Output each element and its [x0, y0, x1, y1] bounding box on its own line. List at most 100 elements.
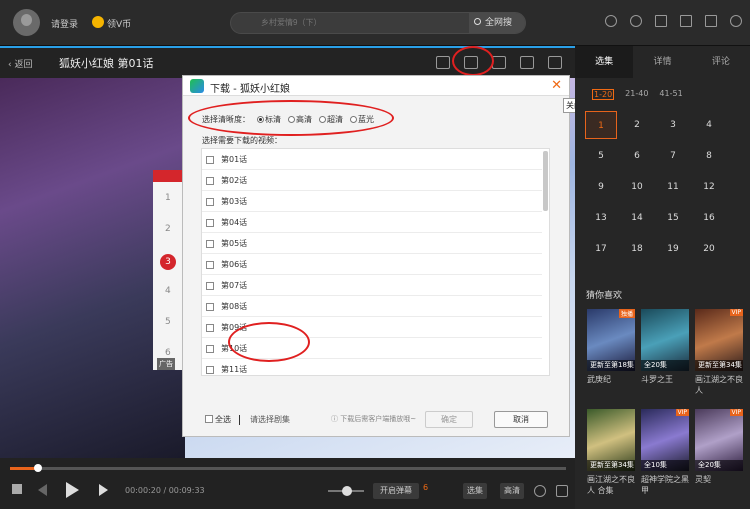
episode-checkbox[interactable]: 第06话 [202, 254, 542, 275]
login-link[interactable]: 请登录 [51, 17, 78, 30]
recommend-name[interactable]: 武庚纪 [587, 374, 639, 385]
recommend-badge: 全10集 [641, 460, 689, 471]
episode-cell-current[interactable]: 1 [585, 111, 617, 139]
range-tab[interactable]: 41-51 [659, 89, 682, 100]
quality-button[interactable]: 高清 [500, 483, 524, 499]
quality-annotation [188, 100, 394, 136]
tab-comments[interactable]: 评论 [692, 46, 750, 78]
close-window-icon[interactable] [730, 15, 742, 27]
volume-knob[interactable] [342, 486, 352, 496]
rank-item-active[interactable]: 3 [160, 254, 176, 270]
recommend-badge: 全20集 [641, 360, 689, 371]
share-icon[interactable] [520, 56, 534, 69]
episode-checkbox[interactable]: 第04话 [202, 212, 542, 233]
rank-item[interactable]: 6 [165, 348, 171, 358]
mini-player-icon[interactable] [548, 56, 562, 69]
episode-cell[interactable]: 20 [693, 235, 725, 263]
recommend-poster[interactable]: 全20集 [641, 309, 689, 371]
episode-cell[interactable]: 15 [657, 204, 689, 232]
list-scrollbar[interactable] [543, 151, 548, 211]
recommend-name[interactable]: 画江湖之不良人 合集 [587, 474, 639, 496]
episode-cell[interactable]: 14 [621, 204, 653, 232]
rank-item[interactable]: 2 [165, 224, 171, 234]
range-tab[interactable]: 21-40 [625, 89, 648, 100]
select-videos-label: 选择需要下载的视频： [202, 136, 282, 145]
recommend-poster[interactable]: 更新至第34集 VIP [695, 309, 743, 371]
episode-cell[interactable]: 6 [621, 142, 653, 170]
rank-item[interactable]: 4 [165, 286, 171, 296]
danmu-toggle[interactable]: 开启弹幕 [373, 483, 419, 499]
screenshot-icon[interactable] [436, 56, 450, 69]
range-tab[interactable]: 1-20 [592, 89, 615, 100]
rank-item[interactable]: 5 [165, 317, 171, 327]
dialog-header: 下载 - 狐妖小红娘 ✕ [183, 76, 569, 96]
recommend-poster[interactable]: 全20集 VIP [695, 409, 743, 471]
episode-cell[interactable]: 19 [657, 235, 689, 263]
select-all-checkbox[interactable]: 全选 [205, 414, 231, 425]
episode-checkbox[interactable]: 第01话 [202, 149, 542, 170]
episode-cell[interactable]: 13 [585, 204, 617, 232]
episode-cell[interactable]: 5 [585, 142, 617, 170]
stop-icon[interactable] [12, 484, 22, 494]
episode-cell[interactable]: 8 [693, 142, 725, 170]
tab-episodes[interactable]: 选集 [575, 46, 634, 78]
episode-checkbox[interactable]: 第02话 [202, 170, 542, 191]
favorite-icon[interactable] [492, 56, 506, 69]
episode-cell[interactable]: 12 [693, 173, 725, 201]
episode-cell[interactable]: 18 [621, 235, 653, 263]
rank-item[interactable]: 1 [165, 193, 171, 203]
progress-knob[interactable] [33, 464, 42, 472]
episode-cell[interactable]: 10 [621, 173, 653, 201]
next-icon[interactable] [99, 484, 108, 496]
episode-checkbox[interactable]: 第11话 [202, 359, 542, 375]
episode-cell[interactable]: 4 [693, 111, 725, 139]
recommend-poster[interactable]: 全10集 VIP [641, 409, 689, 471]
cancel-button[interactable]: 取消 [494, 411, 548, 428]
episode-cell[interactable]: 9 [585, 173, 617, 201]
episode-cell[interactable]: 17 [585, 235, 617, 263]
episode-cell[interactable]: 11 [657, 173, 689, 201]
recommend-name[interactable]: 斗罗之王 [641, 374, 693, 385]
tab-details[interactable]: 详情 [633, 46, 691, 78]
play-icon[interactable] [66, 482, 79, 498]
history-icon[interactable] [605, 15, 617, 27]
fullscreen-icon[interactable] [556, 485, 568, 497]
episode-cell[interactable]: 3 [657, 111, 689, 139]
search-button-label: 全网搜 [485, 18, 513, 28]
episode-checkbox[interactable]: 第08话 [202, 296, 542, 317]
user-avatar[interactable] [13, 9, 40, 36]
dialog-title: 下载 - 狐妖小红娘 [210, 84, 290, 95]
recommend-corner-tag: VIP [729, 309, 743, 316]
episode-checkbox[interactable]: 第07话 [202, 275, 542, 296]
ad-label: 广告 [157, 358, 175, 370]
skin-icon[interactable] [655, 15, 667, 27]
episode-cell[interactable]: 7 [657, 142, 689, 170]
back-button[interactable]: ‹ 返回 [8, 57, 32, 70]
recommend-name[interactable]: 灵契 [695, 474, 747, 485]
episode-cell[interactable]: 16 [693, 204, 725, 232]
episode-checkbox[interactable]: 第05话 [202, 233, 542, 254]
settings-icon[interactable] [534, 485, 546, 497]
previous-icon[interactable] [38, 484, 47, 496]
danmu-count: 6 [423, 483, 429, 492]
minimize-icon[interactable] [680, 15, 692, 27]
recommend-poster[interactable]: 更新至第34集 [587, 409, 635, 471]
maximize-icon[interactable] [705, 15, 717, 27]
window-controls [605, 15, 742, 27]
ok-button[interactable]: 确定 [425, 411, 473, 428]
select-hint: 请选择剧集 [250, 415, 290, 424]
recommend-poster[interactable]: 更新至第18集 独播 [587, 309, 635, 371]
volume-slider[interactable] [328, 486, 364, 496]
progress-bar[interactable] [10, 467, 566, 470]
episode-select-button[interactable]: 选集 [463, 483, 487, 499]
episode-cell[interactable]: 2 [621, 111, 653, 139]
search-button[interactable]: 全网搜 [469, 13, 525, 33]
search-input[interactable] [261, 18, 411, 27]
refresh-icon[interactable] [630, 15, 642, 27]
time-display: 00:00:20 / 00:09:33 [125, 486, 205, 495]
recommend-name[interactable]: 超神学院之黑甲 [641, 474, 693, 496]
episode-checkbox[interactable]: 第03话 [202, 191, 542, 212]
recommend-name[interactable]: 画江湖之不良人 [695, 374, 747, 396]
dialog-close-icon[interactable]: ✕ [551, 78, 562, 93]
vcoin-link[interactable]: 领V币 [107, 17, 131, 30]
